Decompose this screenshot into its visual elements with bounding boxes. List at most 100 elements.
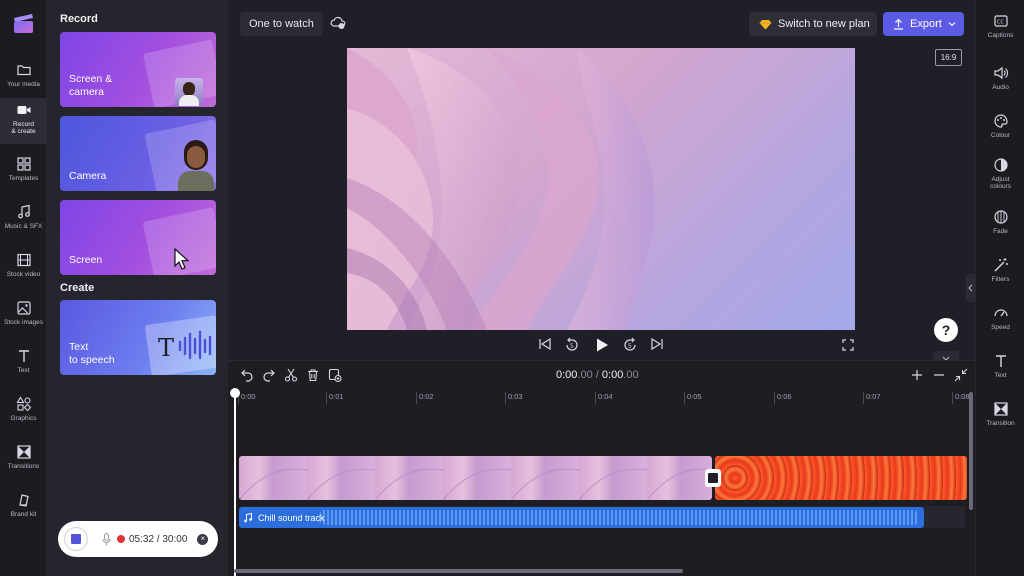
split-button[interactable] [284, 368, 298, 384]
clipchamp-logo-icon[interactable] [12, 12, 35, 34]
collapse-arrows-icon [954, 368, 968, 382]
card-label: Camera [69, 170, 107, 182]
ruler-tick: 0:06 [774, 392, 792, 404]
rail-label: Adjust colours [990, 176, 1011, 190]
rail-your-media[interactable]: Your media [0, 58, 47, 102]
brand-kit-icon [18, 494, 29, 507]
left-rail: Your media Record & create Templates Musi… [0, 0, 47, 576]
total-time: 0:00 [601, 369, 624, 381]
current-time: 0:00 [556, 369, 578, 381]
rail-filters[interactable]: Filters [976, 254, 1024, 298]
preview-frame [347, 48, 655, 330]
total-time-fraction: .00 [623, 369, 639, 381]
cursor-icon [174, 248, 190, 270]
rail-fade[interactable]: Fade [976, 206, 1024, 250]
rail-text[interactable]: Text [0, 344, 47, 388]
audio-clip-label: Chill sound track [243, 512, 325, 523]
rail-music-sfx[interactable]: Music & SFX [0, 200, 47, 244]
ruler-tick: 0:02 [416, 392, 434, 404]
play-icon[interactable] [594, 337, 610, 353]
rail-label: Your media [7, 81, 40, 88]
rail-label: Stock images [3, 319, 44, 326]
close-icon[interactable]: × [197, 533, 209, 545]
rail-audio[interactable]: Audio [976, 62, 1024, 106]
video-clip-pink[interactable] [239, 456, 712, 500]
rail-label: Music & SFX [4, 223, 43, 230]
rail-stock-images[interactable]: Stock images [0, 296, 47, 340]
video-preview[interactable] [347, 48, 855, 330]
text-icon [995, 355, 1006, 367]
video-clip-orange[interactable] [715, 456, 967, 500]
music-note-icon [244, 512, 252, 522]
svg-text:T: T [158, 334, 174, 362]
audio-track-name: Chill sound track [258, 512, 325, 523]
add-to-timeline-button[interactable] [328, 368, 342, 384]
right-rail: CC Captions Audio Colour Adjust colours F… [975, 0, 1024, 576]
rail-label: Captions [987, 32, 1014, 39]
rail-stock-video[interactable]: Stock video [0, 248, 47, 292]
card-label: Text to speech [69, 341, 115, 366]
fit-timeline-button[interactable] [954, 368, 968, 387]
fullscreen-icon[interactable] [842, 339, 854, 351]
timeline-horizontal-scrollbar[interactable] [234, 569, 683, 573]
recording-controls: 05:32 / 30:00 × [58, 521, 218, 557]
rail-transitions[interactable]: Transitions [0, 440, 47, 484]
undo-icon [241, 369, 253, 382]
timecode: 0:00.00 / 0:00.00 [556, 369, 639, 381]
export-button[interactable]: Export [883, 12, 964, 36]
plus-icon [912, 370, 922, 380]
zoom-out-button[interactable] [932, 368, 946, 387]
rail-templates[interactable]: Templates [0, 152, 47, 196]
help-button[interactable]: ? [934, 318, 958, 342]
export-label: Export [910, 18, 942, 30]
templates-icon [16, 157, 31, 171]
microphone-icon[interactable] [102, 532, 111, 546]
rail-graphics[interactable]: Graphics [0, 392, 47, 436]
undo-button[interactable] [240, 368, 254, 384]
shapes-icon [16, 396, 31, 412]
camera-card[interactable]: Camera [60, 116, 216, 191]
rewind-5-icon[interactable]: 5 [564, 337, 580, 353]
folder-icon [16, 65, 31, 76]
redo-button[interactable] [262, 368, 276, 384]
rail-adjust-colours[interactable]: Adjust colours [976, 154, 1024, 198]
audio-clip[interactable]: Chill sound track [239, 507, 924, 528]
stop-recording-button[interactable] [64, 527, 88, 551]
film-icon [16, 253, 31, 267]
text-icon [18, 350, 29, 362]
rail-captions[interactable]: CC Captions [976, 10, 1024, 54]
switch-plan-button[interactable]: Switch to new plan [749, 12, 877, 36]
rail-label: Transition [986, 420, 1015, 427]
ruler-tick: 0:08 [952, 392, 970, 404]
person-thumbnail [175, 78, 203, 106]
collapse-panel-handle[interactable] [966, 274, 975, 302]
screen-card[interactable]: Screen [60, 200, 216, 275]
text-to-speech-card[interactable]: T Text to speech [60, 300, 216, 375]
timeline-ruler[interactable]: 0:00 0:01 0:02 0:03 0:04 0:05 0:06 0:07 … [234, 392, 970, 408]
rail-record-create[interactable]: Record & create [0, 98, 47, 144]
minus-icon [934, 374, 944, 376]
rail-label: Audio [992, 84, 1009, 91]
palette-icon [993, 114, 1008, 128]
rail-text-right[interactable]: Text [976, 350, 1024, 394]
cloud-sync-icon[interactable] [330, 16, 346, 30]
rail-speed[interactable]: Speed [976, 302, 1024, 346]
screen-and-camera-card[interactable]: Screen & camera [60, 32, 216, 107]
rail-transition[interactable]: Transition [976, 398, 1024, 442]
forward-5-icon[interactable]: 5 [622, 337, 638, 353]
fade-icon [993, 210, 1008, 224]
aspect-ratio-button[interactable]: 16:9 [935, 49, 962, 66]
project-name-button[interactable]: One to watch [240, 12, 323, 36]
rail-brand-kit[interactable]: Brand kit [0, 488, 47, 532]
timeline-vertical-scrollbar[interactable] [969, 392, 973, 510]
zoom-in-button[interactable] [910, 368, 924, 387]
rail-colour[interactable]: Colour [976, 110, 1024, 154]
skip-back-icon[interactable] [538, 337, 552, 351]
captions-icon: CC [993, 15, 1008, 27]
skip-forward-icon[interactable] [650, 337, 664, 351]
record-create-panel: Record Screen & camera Camera Screen Crea… [47, 0, 228, 576]
rail-label: Brand kit [10, 511, 37, 518]
playhead[interactable] [234, 390, 236, 576]
delete-button[interactable] [306, 368, 320, 384]
transition-marker[interactable] [705, 469, 721, 487]
